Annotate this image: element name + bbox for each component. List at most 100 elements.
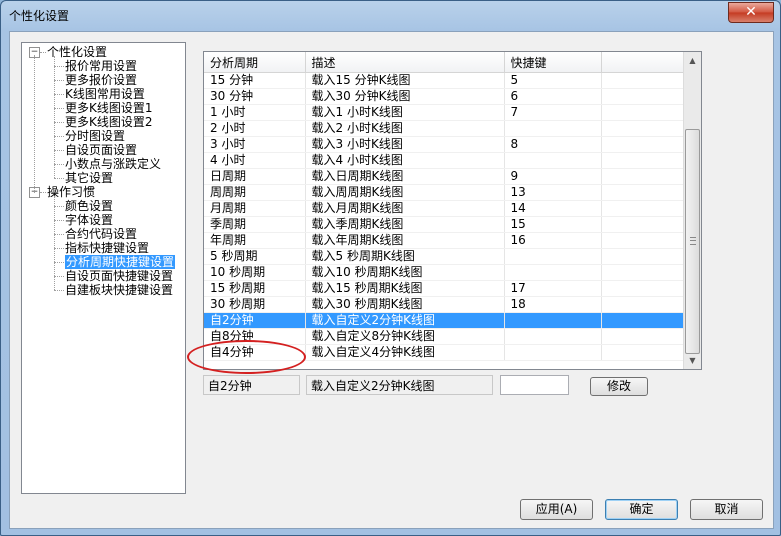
cell-filler	[601, 72, 684, 89]
cell-shortcut	[504, 120, 602, 137]
col-header-period[interactable]: 分析周期	[204, 52, 306, 73]
scroll-thumb[interactable]	[685, 129, 700, 354]
cell-period: 10 秒周期	[204, 264, 306, 281]
cell-description: 载入自定义8分钟K线图	[305, 328, 505, 345]
apply-button[interactable]: 应用(A)	[520, 499, 593, 520]
tree-group-0[interactable]: 个性化设置	[47, 45, 107, 59]
cell-period: 4 小时	[204, 152, 306, 169]
cell-shortcut: 14	[504, 200, 602, 217]
cell-shortcut: 18	[504, 296, 602, 313]
table-row[interactable]: 自8分钟 载入自定义8分钟K线图	[204, 328, 684, 345]
cell-filler	[601, 328, 684, 345]
tree-item[interactable]: 自建板块快捷键设置	[65, 283, 173, 297]
cell-shortcut	[504, 312, 602, 329]
tree-item[interactable]: K线图常用设置	[65, 87, 145, 101]
cell-filler	[601, 152, 684, 169]
tree-item[interactable]: 其它设置	[65, 171, 113, 185]
table-row[interactable]: 自4分钟 载入自定义4分钟K线图	[204, 344, 684, 361]
table-row[interactable]: 30 分钟 载入30 分钟K线图 6	[204, 88, 684, 105]
tree-item[interactable]: 自设页面设置	[65, 143, 137, 157]
table-row[interactable]: 日周期 载入日周期K线图 9	[204, 168, 684, 185]
cell-period: 5 秒周期	[204, 248, 306, 265]
scroll-up-icon[interactable]: ▲	[684, 52, 701, 69]
table-row[interactable]: 10 秒周期 载入10 秒周期K线图	[204, 264, 684, 281]
cell-period: 15 分钟	[204, 72, 306, 89]
table-row[interactable]: 年周期 载入年周期K线图 16	[204, 232, 684, 249]
cell-description: 载入30 秒周期K线图	[305, 296, 505, 313]
cell-description: 载入15 秒周期K线图	[305, 280, 505, 297]
table-row[interactable]: 4 小时 载入4 小时K线图	[204, 152, 684, 169]
shortcut-input[interactable]	[500, 375, 569, 395]
cell-period: 月周期	[204, 200, 306, 217]
table-row[interactable]: 月周期 载入月周期K线图 14	[204, 200, 684, 217]
shortcut-grid: 分析周期 描述 快捷键 15 分钟 载入15 分钟K线图 5 30 分钟 载入30 分钟…	[203, 51, 702, 370]
table-row[interactable]: 2 小时 载入2 小时K线图	[204, 120, 684, 137]
cell-period: 自4分钟	[204, 344, 306, 361]
tree-item[interactable]: 分析周期快捷键设置	[65, 255, 176, 269]
period-field: 自2分钟	[203, 375, 300, 395]
tree-item[interactable]: 颜色设置	[65, 199, 113, 213]
cell-shortcut: 15	[504, 216, 602, 233]
cell-description: 载入月周期K线图	[305, 200, 505, 217]
cell-description: 载入2 小时K线图	[305, 120, 505, 137]
cell-filler	[601, 232, 684, 249]
tree-item[interactable]: 报价常用设置	[65, 59, 137, 73]
cancel-button[interactable]: 取消	[690, 499, 763, 520]
cell-period: 2 小时	[204, 120, 306, 137]
cell-shortcut: 6	[504, 88, 602, 105]
cell-description: 载入5 秒周期K线图	[305, 248, 505, 265]
cell-period: 30 分钟	[204, 88, 306, 105]
cell-shortcut: 8	[504, 136, 602, 153]
cell-filler	[601, 344, 684, 361]
grid-header-row: 分析周期 描述 快捷键	[204, 52, 684, 73]
table-row[interactable]: 季周期 载入季周期K线图 15	[204, 216, 684, 233]
description-field: 载入自定义2分钟K线图	[306, 375, 493, 395]
cell-filler	[601, 216, 684, 233]
cell-shortcut: 17	[504, 280, 602, 297]
table-row[interactable]: 1 小时 载入1 小时K线图 7	[204, 104, 684, 121]
title-bar[interactable]: 个性化设置 ✕	[1, 1, 780, 29]
vertical-scrollbar[interactable]: ▲ ▼	[683, 52, 701, 369]
close-button[interactable]: ✕	[728, 2, 774, 23]
cell-period: 15 秒周期	[204, 280, 306, 297]
cell-shortcut: 7	[504, 104, 602, 121]
cell-period: 年周期	[204, 232, 306, 249]
cell-description: 载入周周期K线图	[305, 184, 505, 201]
col-header-description[interactable]: 描述	[305, 52, 505, 73]
tree-item[interactable]: 分时图设置	[65, 129, 125, 143]
cell-filler	[601, 88, 684, 105]
tree-item[interactable]: 指标快捷键设置	[65, 241, 149, 255]
cell-shortcut: 5	[504, 72, 602, 89]
modify-button[interactable]: 修改	[590, 377, 648, 396]
tree-item[interactable]: 小数点与涨跌定义	[65, 157, 161, 171]
tree-item[interactable]: 更多K线图设置1	[65, 101, 153, 115]
grip-icon	[690, 237, 696, 245]
table-row[interactable]: 自2分钟 载入自定义2分钟K线图	[204, 312, 684, 329]
tree-item[interactable]: 字体设置	[65, 213, 113, 227]
window-title: 个性化设置	[9, 9, 70, 23]
cell-period: 周周期	[204, 184, 306, 201]
tree-item[interactable]: 自设页面快捷键设置	[65, 269, 173, 283]
table-row[interactable]: 3 小时 载入3 小时K线图 8	[204, 136, 684, 153]
cell-filler	[601, 184, 684, 201]
table-row[interactable]: 5 秒周期 载入5 秒周期K线图	[204, 248, 684, 265]
ok-button[interactable]: 确定	[605, 499, 678, 520]
col-header-shortcut[interactable]: 快捷键	[504, 52, 602, 73]
cell-description: 载入30 分钟K线图	[305, 88, 505, 105]
cell-period: 1 小时	[204, 104, 306, 121]
table-row[interactable]: 周周期 载入周周期K线图 13	[204, 184, 684, 201]
cell-filler	[601, 104, 684, 121]
tree-item[interactable]: 更多K线图设置2	[65, 115, 153, 129]
scroll-down-icon[interactable]: ▼	[684, 352, 701, 369]
cell-description: 载入15 分钟K线图	[305, 72, 505, 89]
table-row[interactable]: 15 秒周期 载入15 秒周期K线图 17	[204, 280, 684, 297]
col-header-filler	[601, 52, 684, 73]
table-row[interactable]: 30 秒周期 载入30 秒周期K线图 18	[204, 296, 684, 313]
tree-item[interactable]: 合约代码设置	[65, 227, 137, 241]
tree-item[interactable]: 更多报价设置	[65, 73, 137, 87]
cell-filler	[601, 248, 684, 265]
cell-shortcut	[504, 344, 602, 361]
table-row[interactable]: 15 分钟 载入15 分钟K线图 5	[204, 72, 684, 89]
cell-filler	[601, 136, 684, 153]
cell-period: 3 小时	[204, 136, 306, 153]
